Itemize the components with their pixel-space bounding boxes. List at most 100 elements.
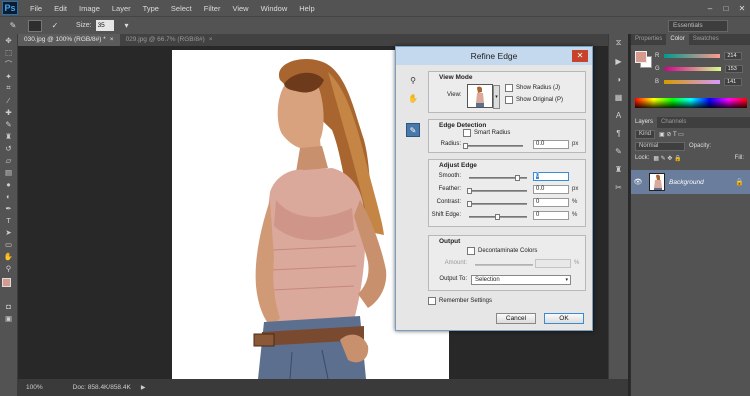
show-radius-checkbox[interactable] [505, 84, 513, 92]
menu-select[interactable]: Select [165, 4, 198, 13]
lasso-tool-icon[interactable]: ⌒ [0, 58, 17, 70]
layer-row-background[interactable]: 👁 Background 🔒 [631, 170, 750, 194]
menu-image[interactable]: Image [73, 4, 106, 13]
smart-radius-checkbox[interactable] [463, 129, 471, 137]
size-dropdown-icon[interactable]: ▾ [120, 20, 134, 32]
visibility-eye-icon[interactable]: 👁 [631, 178, 645, 186]
clone-stamp-tool-icon[interactable]: ♜ [0, 130, 17, 142]
color-r-input[interactable]: 214 [724, 52, 743, 60]
menu-edit[interactable]: Edit [48, 4, 73, 13]
menu-window[interactable]: Window [255, 4, 294, 13]
clone-source-panel-icon[interactable]: ♜ [609, 160, 628, 178]
brush-tool-icon[interactable]: ✎ [0, 118, 17, 130]
blur-tool-icon[interactable]: ● [0, 178, 17, 190]
refine-radius-brush-icon[interactable]: ✎ [406, 123, 420, 137]
healing-brush-tool-icon[interactable]: ✚ [0, 106, 17, 118]
radius-slider-thumb[interactable] [463, 143, 468, 149]
decontaminate-checkbox[interactable] [467, 247, 475, 255]
dialog-close-button[interactable]: ✕ [572, 50, 588, 62]
dodge-tool-icon[interactable]: ◐ [0, 190, 17, 202]
feather-slider[interactable] [467, 188, 527, 194]
menu-layer[interactable]: Layer [106, 4, 137, 13]
ok-button[interactable]: OK [544, 313, 584, 324]
hand-icon[interactable]: ✋ [406, 91, 420, 105]
history-brush-tool-icon[interactable]: ↺ [0, 142, 17, 154]
shift-edge-input[interactable]: 0 [533, 211, 569, 220]
feather-slider-thumb[interactable] [467, 188, 472, 194]
gradient-tool-icon[interactable]: ▤ [0, 166, 17, 178]
color-b-input[interactable]: 141 [724, 78, 743, 86]
radius-slider[interactable] [463, 143, 523, 149]
tab-029-jpg[interactable]: 029.jpg @ 66.7% (RGB/8#) × [120, 34, 219, 46]
hand-tool-icon[interactable]: ✋ [0, 250, 17, 262]
screen-mode-icon[interactable]: ▣ [0, 312, 17, 324]
actions-panel-icon[interactable]: ▶ [609, 52, 628, 70]
tab-layers[interactable]: Layers [631, 117, 658, 128]
quick-mask-icon[interactable]: ◘ [0, 300, 17, 312]
color-r-slider[interactable] [664, 54, 721, 58]
dialog-title-bar[interactable]: Refine Edge ✕ [396, 47, 592, 65]
layer-kind-filter[interactable]: Kind [635, 129, 656, 139]
eraser-tool-icon[interactable]: ▱ [0, 154, 17, 166]
foreground-color-swatch[interactable] [2, 278, 11, 287]
maximize-button[interactable]: □ [718, 0, 734, 16]
remember-settings-checkbox[interactable] [428, 297, 436, 305]
menu-help[interactable]: Help [293, 4, 320, 13]
brush-picker[interactable] [28, 19, 42, 32]
lock-icons[interactable]: ▦ ✎ ✥ 🔒 [653, 155, 681, 162]
tab-color[interactable]: Color [666, 34, 689, 45]
close-button[interactable]: ✕ [734, 0, 750, 16]
color-g-slider[interactable] [664, 67, 721, 71]
menu-file[interactable]: File [24, 4, 48, 13]
brush-mode-icon[interactable]: ✓ [48, 20, 62, 32]
view-mode-thumbnail[interactable]: ▾ [467, 84, 500, 109]
minimize-button[interactable]: – [702, 0, 718, 16]
output-to-select[interactable]: Selection ▾ [471, 275, 571, 285]
radius-input[interactable]: 0.0 [533, 140, 569, 149]
blend-mode-select[interactable]: Normal [635, 141, 685, 151]
smart-radius-row[interactable]: Smart Radius [463, 129, 510, 137]
smooth-input[interactable]: 0 [533, 172, 569, 181]
menu-view[interactable]: View [226, 4, 254, 13]
menu-type[interactable]: Type [137, 4, 165, 13]
quick-selection-tool-icon[interactable]: ✦ [0, 70, 17, 82]
move-tool-icon[interactable]: ✥ [0, 34, 17, 46]
zoom-level[interactable]: 100% [26, 384, 43, 391]
color-spectrum[interactable] [635, 98, 747, 108]
pen-tool-icon[interactable]: ✒ [0, 202, 17, 214]
tool-presets-panel-icon[interactable]: ✂ [609, 178, 628, 196]
type-tool-icon[interactable]: T [0, 214, 17, 226]
shift-edge-slider-thumb[interactable] [495, 214, 500, 220]
crop-tool-icon[interactable]: ⌗ [0, 82, 17, 94]
view-mode-dropdown-icon[interactable]: ▾ [493, 85, 500, 109]
size-input[interactable]: 35 [95, 20, 114, 31]
tab-properties[interactable]: Properties [631, 34, 666, 45]
smooth-slider[interactable] [469, 175, 527, 181]
tab-swatches[interactable]: Swatches [689, 34, 723, 45]
menu-filter[interactable]: Filter [198, 4, 227, 13]
show-original-checkbox[interactable] [505, 96, 513, 104]
contrast-slider-thumb[interactable] [467, 201, 472, 207]
show-radius-row[interactable]: Show Radius (J) [505, 84, 560, 92]
tab-close-icon[interactable]: × [110, 34, 114, 46]
foreground-color-box[interactable] [635, 51, 647, 63]
styles-panel-icon[interactable]: ▦ [609, 88, 628, 106]
tab-close-icon[interactable]: × [209, 34, 213, 46]
zoom-tool-icon[interactable]: ⚲ [0, 262, 17, 274]
contrast-slider[interactable] [467, 201, 527, 207]
color-b-slider[interactable] [664, 80, 721, 84]
remember-settings-row[interactable]: Remember Settings [428, 297, 492, 305]
tab-030-jpg[interactable]: 030.jpg @ 100% (RGB/8#) * × [18, 34, 120, 46]
shape-tool-icon[interactable]: ▭ [0, 238, 17, 250]
zoom-icon[interactable]: ⚲ [406, 73, 420, 87]
brush-tool-preset-icon[interactable]: ✎ [6, 20, 20, 32]
contrast-input[interactable]: 0 [533, 198, 569, 207]
history-panel-icon[interactable]: ⧖ [609, 34, 628, 52]
smooth-slider-thumb[interactable] [515, 175, 520, 181]
status-menu-arrow-icon[interactable]: ▶ [141, 384, 146, 391]
marquee-tool-icon[interactable]: ⬚ [0, 46, 17, 58]
adjustments-panel-icon[interactable]: ◑ [609, 70, 628, 88]
cancel-button[interactable]: Cancel [496, 313, 536, 324]
shift-edge-slider[interactable] [469, 214, 527, 220]
eyedropper-tool-icon[interactable]: ⁄ [0, 94, 17, 106]
